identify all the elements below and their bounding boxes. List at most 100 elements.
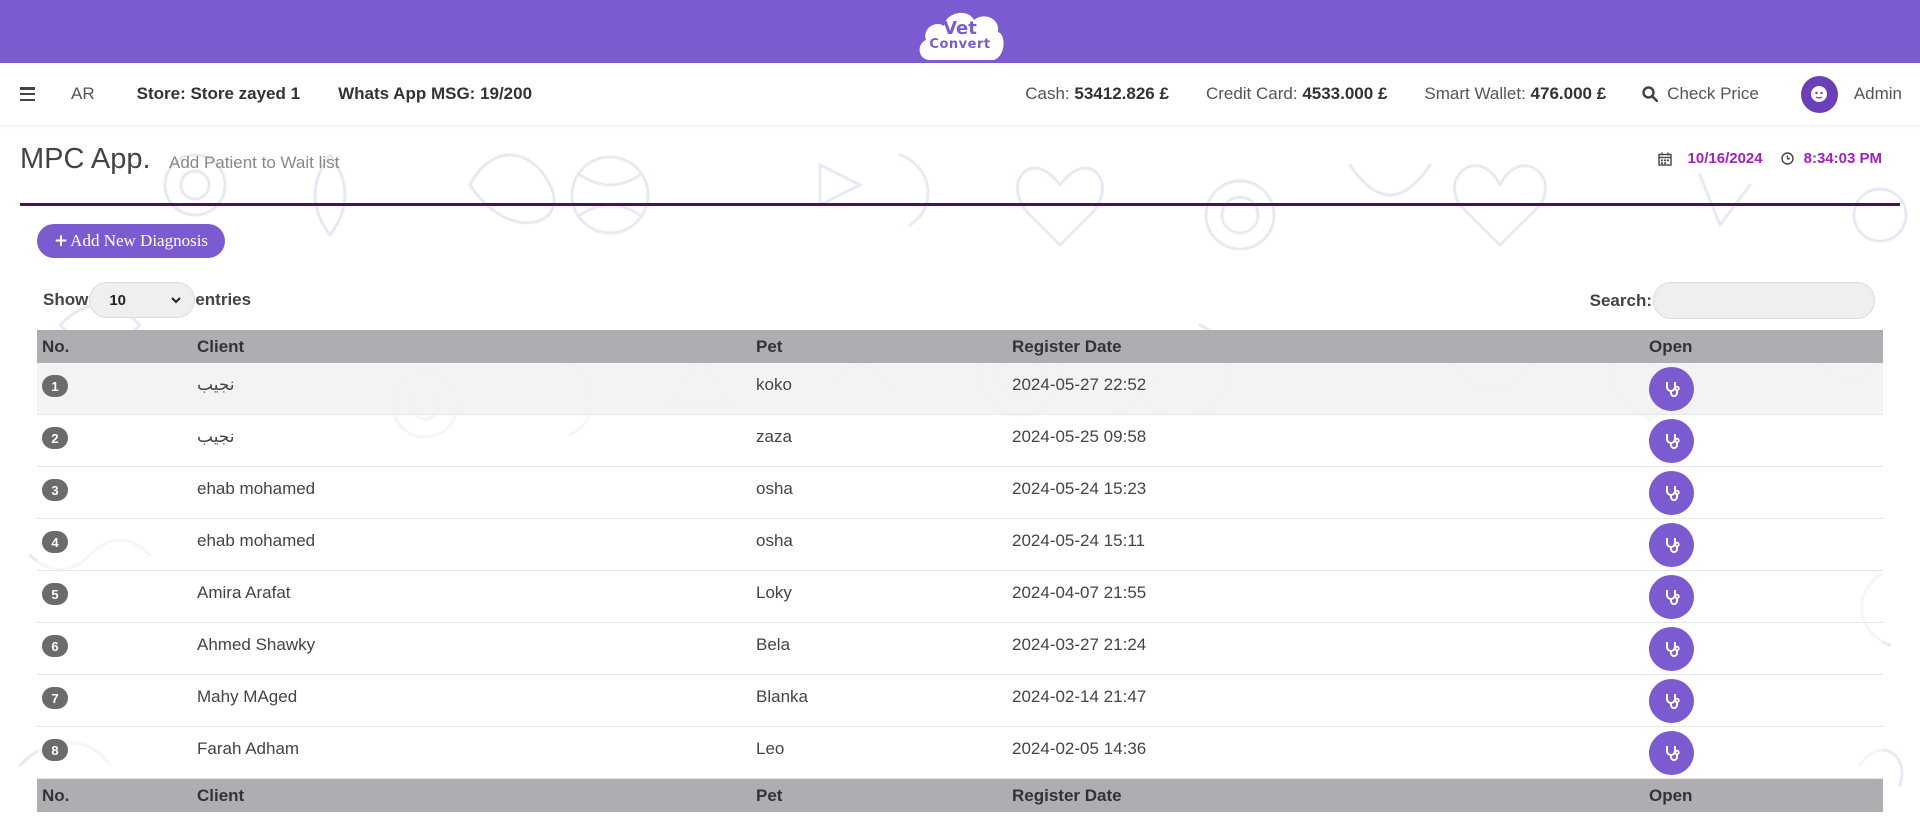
pet-name: Leo bbox=[756, 739, 785, 758]
stethoscope-icon bbox=[1665, 381, 1680, 397]
open-diagnosis-button[interactable] bbox=[1649, 418, 1694, 463]
page-subtitle: Add Patient to Wait list bbox=[169, 153, 340, 172]
column-header-register-date[interactable]: Register Date bbox=[1012, 337, 1649, 357]
column-header-open[interactable]: Open bbox=[1649, 337, 1883, 357]
open-diagnosis-button[interactable] bbox=[1649, 522, 1694, 567]
clock-icon bbox=[1780, 152, 1794, 165]
cash-balance: Cash: 53412.826 £ bbox=[1025, 84, 1169, 104]
stethoscope-icon bbox=[1665, 589, 1680, 605]
table-row: 4 ehab mohamed osha 2024-05-24 15:11 bbox=[37, 519, 1883, 571]
client-name: Ahmed Shawky bbox=[197, 635, 316, 654]
column-footer-client: Client bbox=[197, 785, 245, 805]
row-number-badge: 4 bbox=[42, 531, 68, 553]
column-header-no[interactable]: No. bbox=[37, 337, 197, 357]
hamburger-icon[interactable] bbox=[20, 87, 35, 101]
stethoscope-icon bbox=[1665, 537, 1680, 553]
column-footer-pet: Pet bbox=[756, 785, 783, 805]
smart-wallet-label: Smart Wallet: bbox=[1424, 84, 1526, 103]
row-number-badge: 1 bbox=[42, 375, 68, 397]
patients-table: No. Client Pet Register Date Open 1 نجيب… bbox=[37, 330, 1883, 812]
pet-name: osha bbox=[756, 531, 793, 550]
pet-name: koko bbox=[756, 375, 792, 394]
client-name: ehab mohamed bbox=[197, 479, 316, 498]
date-time-display: 10/16/2024 8:34:03 PM bbox=[1657, 150, 1882, 167]
register-date: 2024-02-05 14:36 bbox=[1012, 739, 1147, 758]
client-name: Farah Adham bbox=[197, 739, 300, 758]
row-number-badge: 2 bbox=[42, 427, 68, 449]
search-input[interactable] bbox=[1653, 282, 1875, 319]
open-diagnosis-button[interactable] bbox=[1649, 678, 1694, 723]
client-name: نجيب bbox=[197, 375, 235, 394]
search-label: Search: bbox=[1589, 290, 1652, 310]
stethoscope-icon bbox=[1665, 485, 1680, 501]
table-row: 8 Farah Adham Leo 2024-02-05 14:36 bbox=[37, 727, 1883, 779]
top-navbar: AR Store: Store zayed 1 Whats App MSG: 1… bbox=[0, 63, 1920, 125]
open-diagnosis-button[interactable] bbox=[1649, 574, 1694, 619]
add-new-diagnosis-label: Add New Diagnosis bbox=[70, 231, 209, 250]
stethoscope-icon bbox=[1665, 745, 1680, 761]
language-toggle[interactable]: AR bbox=[71, 84, 95, 104]
brand-bar: Vet Convert bbox=[0, 0, 1920, 63]
register-date: 2024-05-25 09:58 bbox=[1012, 427, 1147, 446]
entries-select[interactable]: 10 bbox=[89, 282, 196, 318]
pet-name: Blanka bbox=[756, 687, 808, 706]
pet-name: zaza bbox=[756, 427, 792, 446]
table-row: 2 نجيب zaza 2024-05-25 09:58 bbox=[37, 415, 1883, 467]
open-diagnosis-button[interactable] bbox=[1649, 366, 1694, 411]
register-date: 2024-05-24 15:23 bbox=[1012, 479, 1147, 498]
user-name[interactable]: Admin bbox=[1854, 84, 1902, 104]
column-footer-no: No. bbox=[42, 785, 70, 805]
page-header: MPC App. Add Patient to Wait list 10/16/… bbox=[20, 143, 1900, 193]
register-date: 2024-04-07 21:55 bbox=[1012, 583, 1147, 602]
stethoscope-icon bbox=[1665, 433, 1680, 449]
cash-value: 53412.826 £ bbox=[1074, 84, 1169, 103]
open-diagnosis-button[interactable] bbox=[1649, 470, 1694, 515]
check-price-link[interactable]: Check Price bbox=[1642, 84, 1759, 104]
column-footer-register-date: Register Date bbox=[1012, 785, 1122, 805]
user-avatar-icon bbox=[1811, 86, 1828, 102]
stethoscope-icon bbox=[1665, 693, 1680, 709]
client-name: ehab mohamed bbox=[197, 531, 316, 550]
table-row: 7 Mahy MAged Blanka 2024-02-14 21:47 bbox=[37, 675, 1883, 727]
vet-convert-logo[interactable]: Vet Convert bbox=[914, 4, 1006, 62]
pet-name: Loky bbox=[756, 583, 792, 602]
column-footer-open: Open bbox=[1649, 785, 1693, 805]
column-header-pet[interactable]: Pet bbox=[756, 337, 1012, 357]
store-label: Store: Store zayed 1 bbox=[136, 84, 301, 103]
open-diagnosis-button[interactable] bbox=[1649, 626, 1694, 671]
stethoscope-icon bbox=[1665, 641, 1680, 657]
row-number-badge: 5 bbox=[42, 583, 68, 605]
main-content: MPC App. Add Patient to Wait list 10/16/… bbox=[0, 125, 1920, 828]
cash-label: Cash: bbox=[1025, 84, 1070, 103]
show-label: Show bbox=[43, 290, 89, 309]
chevron-down-icon bbox=[171, 297, 182, 304]
search-icon bbox=[1642, 86, 1659, 102]
table-header: No. Client Pet Register Date Open bbox=[37, 330, 1883, 363]
pet-name: Bela bbox=[756, 635, 791, 654]
column-header-client[interactable]: Client bbox=[197, 337, 756, 357]
open-diagnosis-button[interactable] bbox=[1649, 730, 1694, 775]
entries-length-control: Show 10 entries bbox=[43, 282, 251, 318]
register-date: 2024-05-24 15:11 bbox=[1012, 531, 1145, 550]
page-title: MPC App. bbox=[20, 143, 151, 175]
smart-wallet-value: 476.000 £ bbox=[1530, 84, 1607, 103]
avatar[interactable] bbox=[1800, 75, 1838, 113]
logo-text-vet: Vet bbox=[943, 17, 977, 39]
pet-name: osha bbox=[756, 479, 793, 498]
logo-text-convert: Convert bbox=[929, 36, 991, 52]
credit-card-balance: Credit Card: 4533.000 £ bbox=[1206, 84, 1387, 104]
client-name: Mahy MAged bbox=[197, 687, 298, 706]
add-new-diagnosis-button[interactable]: + Add New Diagnosis bbox=[37, 224, 225, 258]
header-divider bbox=[20, 203, 1900, 206]
smart-wallet-balance: Smart Wallet: 476.000 £ bbox=[1424, 84, 1606, 104]
table-row: 6 Ahmed Shawky Bela 2024-03-27 21:24 bbox=[37, 623, 1883, 675]
whats-app-counter: Whats App MSG: 19/200 bbox=[338, 84, 533, 103]
register-date: 2024-05-27 22:52 bbox=[1012, 375, 1147, 394]
table-footer: No. Client Pet Register Date Open bbox=[37, 779, 1883, 812]
entries-label: entries bbox=[195, 290, 252, 309]
row-number-badge: 3 bbox=[42, 479, 68, 501]
credit-card-label: Credit Card: bbox=[1205, 84, 1298, 103]
credit-card-value: 4533.000 £ bbox=[1302, 84, 1388, 103]
table-row: 5 Amira Arafat Loky 2024-04-07 21:55 bbox=[37, 571, 1883, 623]
check-price-label: Check Price bbox=[1667, 84, 1759, 103]
